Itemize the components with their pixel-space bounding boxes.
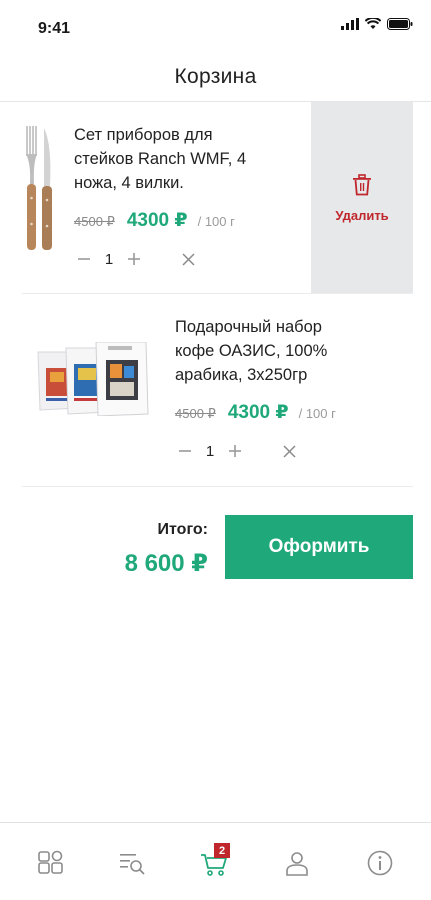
status-icons [341, 18, 413, 30]
tab-catalog[interactable] [33, 845, 69, 881]
quantity-stepper: 1 [73, 248, 199, 270]
price-row: 4500 ₽ 4300 ₽ / 100 г [175, 401, 336, 424]
total-value: 8 600 ₽ [124, 550, 208, 577]
increase-button[interactable] [123, 248, 145, 270]
trash-icon [353, 173, 371, 195]
product-image [26, 126, 52, 250]
cart-item: Подарочный набор кофе ОАЗИС, 100% арабик… [0, 294, 431, 486]
page-title: Корзина [174, 65, 257, 88]
increase-button[interactable] [224, 440, 246, 462]
checkout-button[interactable]: Оформить [225, 515, 413, 579]
plus-icon [229, 445, 241, 457]
divider [22, 486, 413, 487]
tab-bar: 2 [0, 822, 431, 900]
product-title-line: ножа, 4 вилки. [74, 174, 184, 192]
signal-icon [341, 18, 359, 30]
product-title-line: Подарочный набор [175, 318, 322, 336]
status-time: 9:41 [38, 20, 71, 37]
current-price: 4300 ₽ [126, 210, 188, 231]
total-label: Итого: [157, 521, 208, 538]
price-unit: / 100 г [298, 406, 336, 421]
tab-profile[interactable] [279, 845, 315, 881]
search-list-icon [120, 854, 145, 875]
close-icon [181, 252, 195, 266]
old-price: 4500 ₽ [74, 214, 115, 229]
product-title: Сет приборов для стейков Ranch WMF, 4 но… [74, 123, 304, 195]
price-unit: / 100 г [197, 214, 235, 229]
header: Корзина [0, 58, 431, 102]
decrease-button[interactable] [73, 248, 95, 270]
delete-button[interactable]: Удалить [311, 102, 413, 294]
plus-icon [128, 253, 140, 265]
minus-icon [78, 258, 90, 260]
delete-label: Удалить [335, 207, 389, 223]
minus-icon [179, 450, 191, 452]
product-title-line: арабика, 3x250гр [175, 366, 308, 384]
product-title-line: кофе ОАЗИС, 100% [175, 342, 328, 360]
catalog-icon [38, 850, 63, 874]
profile-icon [286, 852, 308, 876]
wifi-icon [365, 18, 381, 29]
status-bar: 9:41 [0, 0, 431, 58]
info-icon [367, 850, 393, 876]
close-icon [282, 444, 296, 458]
tab-info[interactable] [362, 845, 398, 881]
cart-badge: 2 [214, 843, 230, 858]
tab-search[interactable] [114, 845, 150, 881]
current-price: 4300 ₽ [227, 402, 289, 423]
remove-item-button[interactable] [177, 248, 199, 270]
quantity-value: 1 [104, 250, 114, 268]
battery-icon [387, 18, 413, 30]
remove-item-button[interactable] [278, 440, 300, 462]
quantity-value: 1 [205, 442, 215, 460]
product-image [37, 342, 149, 416]
quantity-stepper: 1 [174, 440, 300, 462]
product-title: Подарочный набор кофе ОАЗИС, 100% арабик… [175, 315, 405, 387]
product-title-line: стейков Ranch WMF, 4 [74, 150, 247, 168]
price-row: 4500 ₽ 4300 ₽ / 100 г [74, 209, 235, 232]
product-title-line: Сет приборов для [74, 126, 213, 144]
tab-cart[interactable]: 2 [196, 843, 232, 881]
decrease-button[interactable] [174, 440, 196, 462]
cart-item: Сет приборов для стейков Ranch WMF, 4 но… [0, 102, 431, 294]
old-price: 4500 ₽ [175, 406, 216, 421]
